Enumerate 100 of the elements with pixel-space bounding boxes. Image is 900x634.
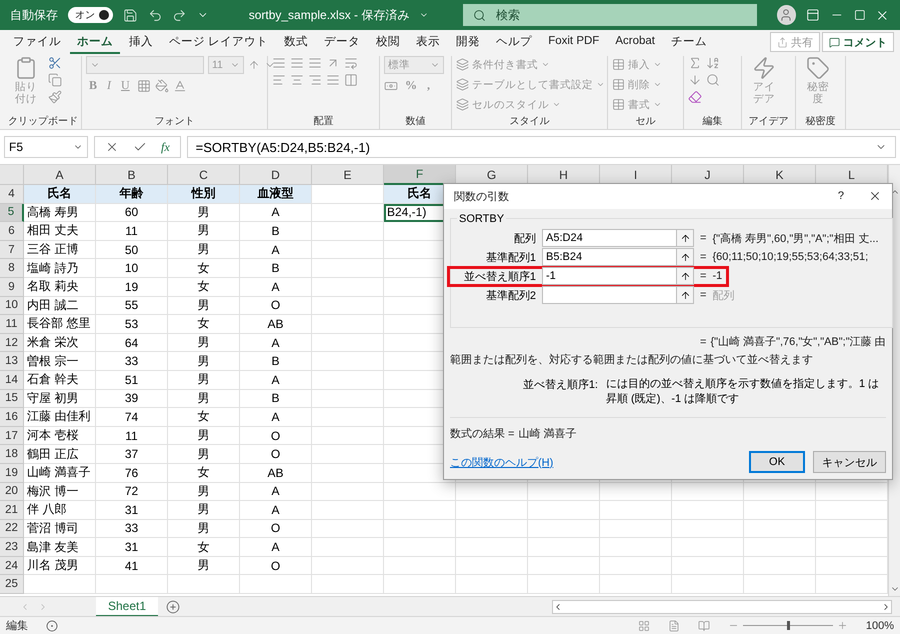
row-header[interactable]: 10 (0, 296, 24, 316)
indent-icon[interactable] (326, 73, 340, 87)
help-link[interactable]: この関数のヘルプ(H) (450, 454, 554, 470)
formula-field[interactable]: =SORTBY(A5:D24,B5:B24,-1) (186, 136, 896, 158)
select-all-corner[interactable] (0, 165, 24, 185)
redo-icon[interactable] (172, 8, 187, 22)
row-header[interactable]: 11 (0, 315, 24, 334)
align-top-icon[interactable] (272, 56, 286, 70)
menu-tab[interactable]: データ (317, 30, 368, 54)
avatar[interactable] (776, 5, 796, 25)
argument-field[interactable]: B5:B24 (542, 248, 676, 266)
grow-font-icon[interactable] (248, 59, 260, 71)
collapse-button[interactable] (676, 286, 694, 304)
comment-button[interactable]: コメント (822, 32, 894, 52)
autosave-toggle[interactable]: オン (68, 7, 113, 23)
menu-tab[interactable]: ヘルプ (489, 30, 540, 54)
menu-tab[interactable]: 挿入 (122, 30, 160, 54)
row-header[interactable]: 17 (0, 426, 24, 446)
fill-color-icon[interactable] (154, 78, 169, 92)
menu-tab[interactable]: 校閲 (369, 30, 408, 54)
menu-tab[interactable]: ファイル (6, 30, 68, 54)
zoom-level[interactable]: 100% (866, 620, 894, 632)
column-header[interactable]: B (96, 165, 168, 185)
menu-tab[interactable]: Foxit PDF (541, 32, 606, 52)
row-header[interactable]: 9 (0, 278, 24, 297)
menu-tab[interactable]: 開発 (449, 30, 488, 54)
row-header[interactable]: 5 (0, 204, 24, 222)
search-input[interactable]: 検索 (494, 7, 694, 23)
column-header[interactable]: G (456, 165, 528, 185)
fill-down-icon[interactable] (688, 73, 702, 87)
menu-tab[interactable]: Acrobat (608, 32, 662, 52)
menu-tab[interactable]: 表示 (409, 30, 448, 54)
merge-cells-icon[interactable] (344, 73, 358, 87)
row-header[interactable]: 23 (0, 538, 24, 557)
argument-field[interactable]: A5:D24 (542, 229, 676, 248)
argument-field[interactable] (542, 286, 676, 304)
column-header[interactable]: H (528, 165, 600, 185)
insert-function-button[interactable]: fx (161, 140, 170, 154)
file-title[interactable]: sortby_sample.xlsx - 保存済み (248, 6, 410, 24)
sheet-tab[interactable]: Sheet1 (96, 596, 158, 616)
row-header[interactable]: 25 (0, 575, 24, 594)
ribbon-display-icon[interactable] (806, 8, 820, 22)
add-sheet-icon[interactable] (166, 600, 180, 614)
row-header[interactable]: 21 (0, 501, 24, 520)
cut-icon[interactable] (48, 56, 62, 70)
row-header[interactable]: 22 (0, 520, 24, 538)
record-macro-icon[interactable] (46, 620, 58, 632)
menu-tab[interactable]: 数式 (277, 30, 316, 54)
argument-field[interactable]: -1 (542, 267, 676, 286)
column-header[interactable]: A (24, 165, 96, 185)
column-header[interactable]: F (384, 165, 456, 185)
row-header[interactable]: 12 (0, 334, 24, 352)
row-header[interactable]: 16 (0, 408, 24, 427)
row-header[interactable]: 13 (0, 352, 24, 371)
menu-tab[interactable]: チーム (664, 30, 714, 54)
column-header[interactable]: L (816, 165, 888, 185)
font-color-icon[interactable] (172, 78, 187, 92)
column-header[interactable]: C (168, 165, 240, 185)
column-header[interactable]: E (312, 165, 384, 185)
row-header[interactable]: 6 (0, 222, 24, 241)
save-icon[interactable] (123, 8, 138, 22)
column-header[interactable]: I (600, 165, 672, 185)
collapse-button[interactable] (676, 267, 694, 286)
name-box[interactable]: F5 (4, 136, 88, 158)
cancel-button[interactable]: キャンセル (813, 451, 886, 474)
cancel-icon[interactable] (105, 140, 119, 154)
search-field[interactable]: 検索 (463, 4, 757, 26)
menu-tab[interactable]: ページ レイアウト (162, 30, 276, 54)
help-button[interactable]: ? (838, 190, 844, 202)
ok-button[interactable]: OK (749, 451, 805, 474)
search-icon[interactable] (706, 73, 720, 87)
sort-icon[interactable] (706, 56, 720, 70)
copy-icon[interactable] (48, 73, 62, 87)
row-header[interactable]: 24 (0, 556, 24, 576)
normal-view-icon[interactable] (638, 620, 650, 632)
page-break-icon[interactable] (698, 620, 710, 632)
sum-icon[interactable] (688, 56, 702, 70)
font-name-select[interactable] (86, 56, 204, 74)
maximize-icon[interactable] (854, 9, 866, 21)
align-bottom-icon[interactable] (308, 56, 322, 70)
column-header[interactable]: J (672, 165, 744, 185)
align-center-icon[interactable] (290, 73, 304, 87)
page-layout-icon[interactable] (668, 620, 680, 632)
row-header[interactable]: 19 (0, 464, 24, 482)
row-header[interactable]: 18 (0, 445, 24, 464)
row-header[interactable]: 14 (0, 370, 24, 390)
undo-icon[interactable] (148, 8, 162, 22)
align-right-icon[interactable] (308, 73, 322, 87)
collapse-button[interactable] (676, 229, 694, 248)
align-left-icon[interactable] (272, 73, 286, 87)
align-middle-icon[interactable] (290, 56, 304, 70)
zoom-thumb[interactable] (786, 621, 790, 630)
row-header[interactable]: 20 (0, 482, 24, 502)
column-header[interactable]: D (240, 165, 312, 185)
column-header[interactable]: K (744, 165, 816, 185)
row-header[interactable]: 8 (0, 259, 24, 278)
row-header[interactable]: 4 (0, 185, 24, 204)
borders-icon[interactable] (136, 78, 151, 92)
zoom-in-icon[interactable] (836, 620, 848, 631)
row-header[interactable]: 7 (0, 240, 24, 260)
